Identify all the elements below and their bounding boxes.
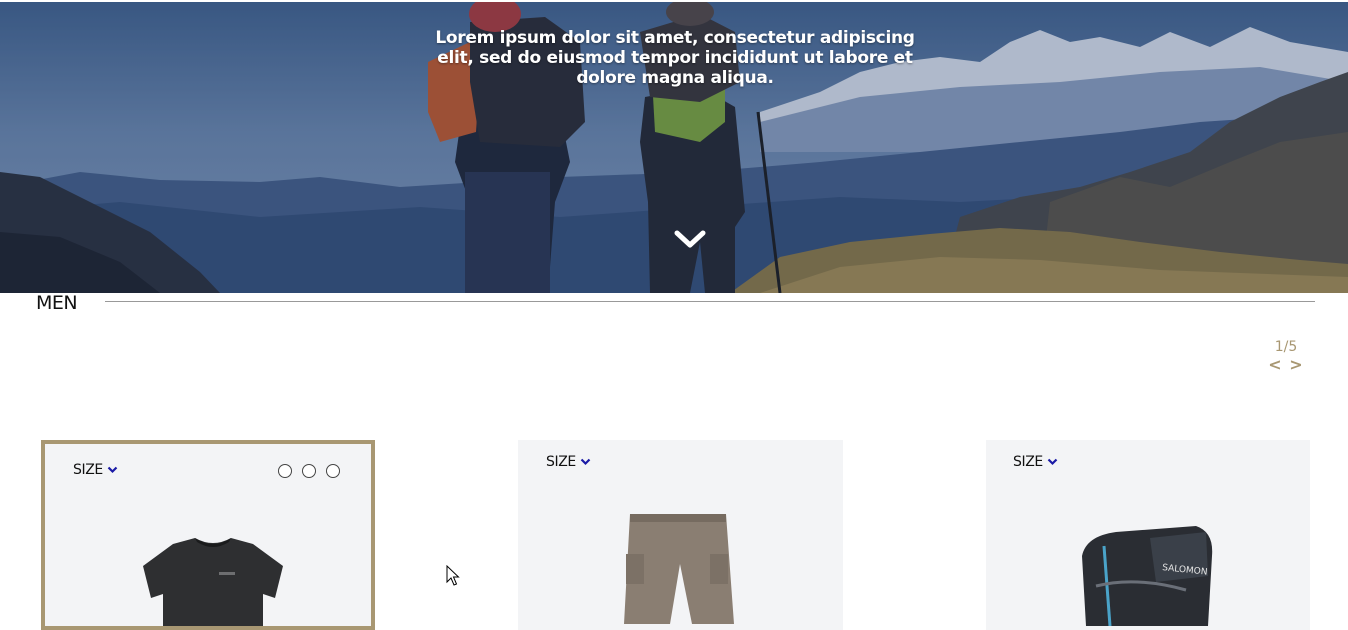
product-card[interactable]: SIZE	[41, 440, 375, 630]
chevron-down-icon	[1047, 458, 1058, 466]
prev-button[interactable]: <	[1268, 355, 1282, 374]
section-divider	[105, 301, 1315, 302]
size-label: SIZE	[73, 462, 103, 478]
size-dropdown[interactable]: SIZE	[73, 462, 118, 478]
next-button[interactable]: >	[1289, 355, 1303, 374]
mouse-cursor-icon	[446, 565, 460, 586]
chevron-down-icon[interactable]	[674, 228, 706, 250]
product-card[interactable]: SIZE	[518, 440, 843, 630]
size-dropdown[interactable]: SIZE	[546, 454, 591, 470]
hero-banner: Lorem ipsum dolor sit amet, consectetur …	[0, 2, 1348, 293]
color-swatch[interactable]	[278, 464, 292, 478]
pager: 1/5 < >	[1262, 339, 1310, 373]
size-dropdown[interactable]: SIZE	[1013, 454, 1058, 470]
tshirt-image	[143, 538, 283, 626]
color-swatches	[278, 464, 340, 478]
size-label: SIZE	[1013, 454, 1043, 470]
pager-arrows: < >	[1262, 356, 1310, 373]
hero-tagline: Lorem ipsum dolor sit amet, consectetur …	[435, 28, 915, 88]
pants-image	[624, 514, 734, 624]
section-title: MEN	[36, 292, 78, 314]
product-card[interactable]: SIZE SALOMON	[986, 440, 1310, 630]
color-swatch[interactable]	[326, 464, 340, 478]
backpack-image: SALOMON	[1082, 526, 1213, 626]
chevron-down-icon	[107, 466, 118, 474]
color-swatch[interactable]	[302, 464, 316, 478]
size-label: SIZE	[546, 454, 576, 470]
chevron-down-icon	[580, 458, 591, 466]
pager-indicator: 1/5	[1274, 339, 1298, 355]
